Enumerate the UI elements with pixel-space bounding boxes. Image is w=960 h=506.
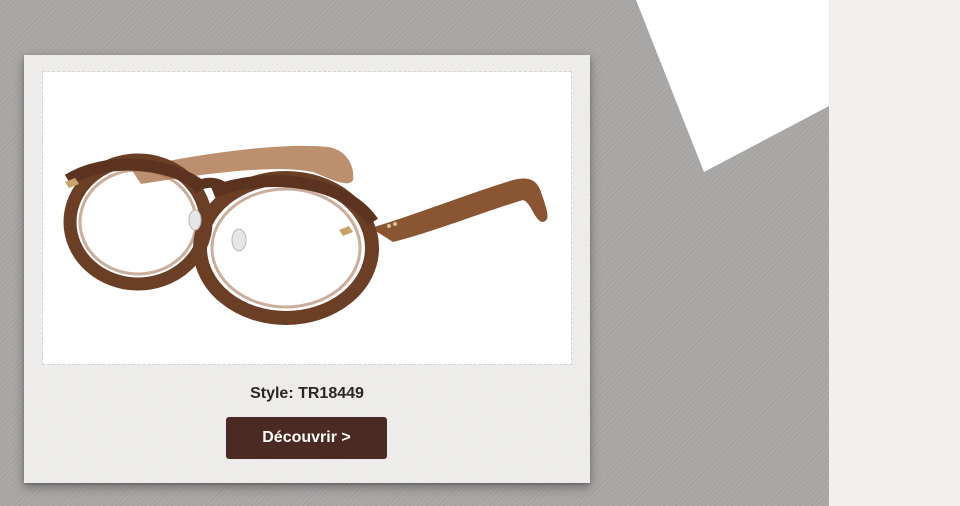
product-card: Style: TR18449 Découvrir > [24, 55, 590, 483]
product-style-label: Style: TR18449 [250, 385, 364, 402]
product-photo[interactable] [42, 71, 572, 365]
discover-button[interactable]: Découvrir > [226, 417, 387, 459]
eyeglasses-icon [63, 145, 548, 325]
